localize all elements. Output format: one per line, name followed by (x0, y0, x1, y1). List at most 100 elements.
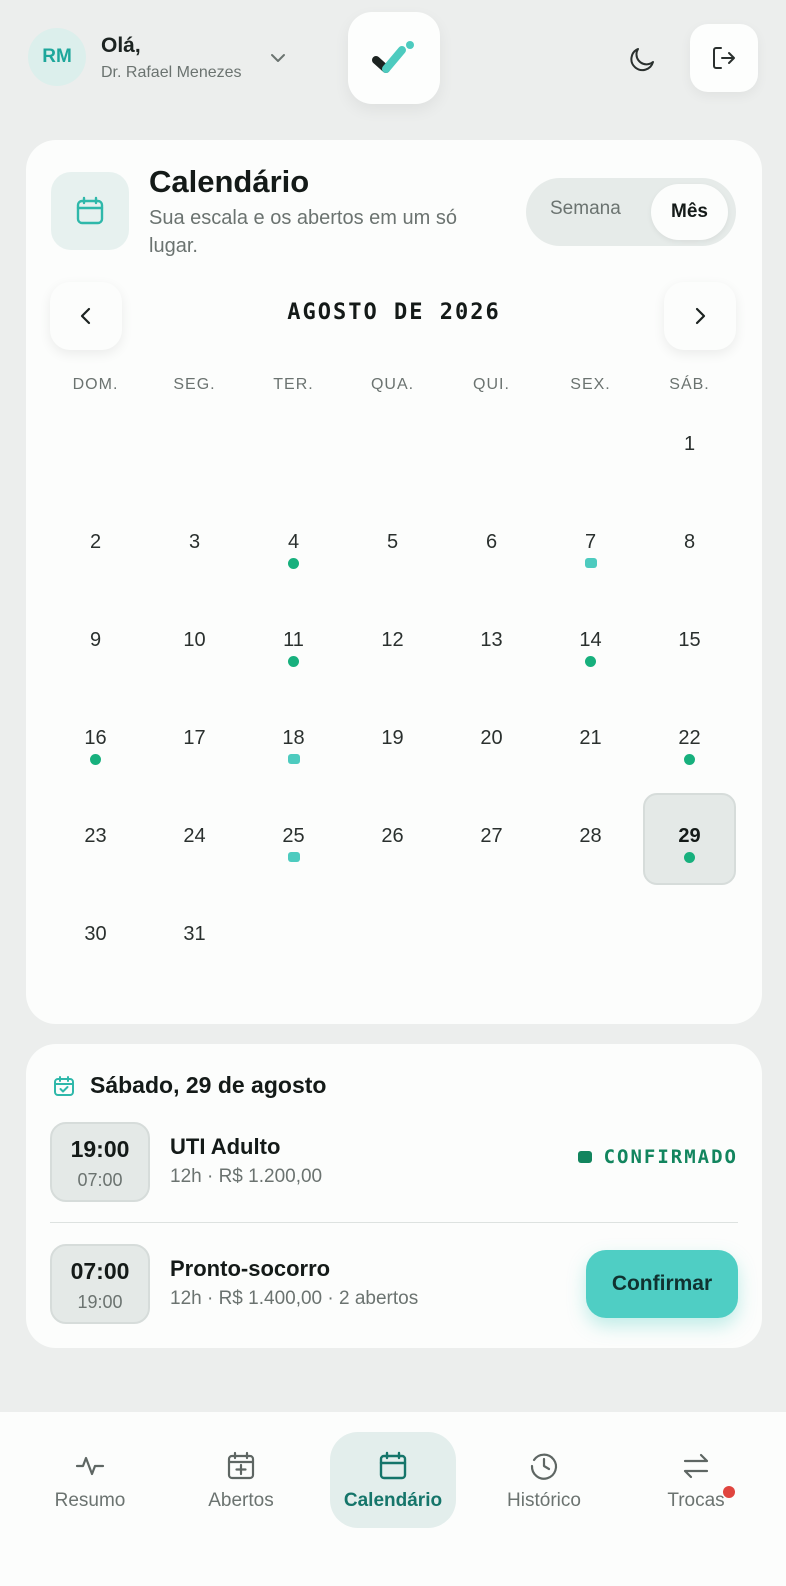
day-number: 21 (579, 727, 602, 749)
day-cell[interactable]: 9 (46, 592, 145, 690)
day-number: 5 (386, 531, 399, 553)
day-cell[interactable]: 20 (442, 690, 541, 788)
weekday-label: QUI. (473, 376, 510, 393)
next-month-button[interactable] (664, 282, 736, 350)
swap-icon (683, 1453, 709, 1479)
day-number: 31 (183, 923, 206, 945)
day-cell[interactable]: 22 (640, 690, 739, 788)
day-number: 1 (683, 433, 696, 455)
day-cell[interactable]: 28 (541, 788, 640, 886)
view-week-option[interactable]: Semana (550, 198, 621, 220)
day-number: 22 (678, 727, 701, 749)
day-cell[interactable]: 27 (442, 788, 541, 886)
shift-end-time: 07:00 (77, 1170, 123, 1190)
day-cell[interactable]: 7 (541, 494, 640, 592)
day-cell[interactable]: 30 (46, 886, 145, 984)
empty-cell (145, 396, 244, 494)
day-number: 16 (84, 727, 107, 749)
shift-meta: 12h · R$ 1.200,00 (170, 1166, 323, 1187)
day-cell[interactable]: 23 (46, 788, 145, 886)
chevron-right-icon (695, 307, 706, 325)
day-cell-selected[interactable]: 29 (640, 788, 739, 886)
day-cell[interactable]: 3 (145, 494, 244, 592)
day-cell[interactable]: 24 (145, 788, 244, 886)
day-number: 26 (381, 825, 404, 847)
day-number: 10 (183, 629, 206, 651)
tab-label: Histórico (507, 1490, 581, 1511)
tab-historico[interactable]: Histórico (481, 1432, 607, 1528)
day-cell[interactable]: 21 (541, 690, 640, 788)
logout-button[interactable] (690, 24, 758, 92)
history-icon (530, 1453, 558, 1480)
shift-start-time: 19:00 (70, 1136, 130, 1162)
day-cell[interactable]: 16 (46, 690, 145, 788)
tab-label: Trocas (667, 1490, 725, 1511)
day-cell[interactable]: 25 (244, 788, 343, 886)
day-cell[interactable]: 4 (244, 494, 343, 592)
day-number: 14 (579, 629, 602, 651)
weekday-header: DOM. SEG. TER. QUA. QUI. SEX. SÁB. (46, 376, 739, 394)
calendar-icon (76, 196, 104, 225)
day-number: 17 (183, 727, 206, 749)
shift-dot-confirmed (288, 656, 299, 667)
day-cell[interactable]: 8 (640, 494, 739, 592)
app-header: RM Olá, Dr. Rafael Menezes (0, 0, 786, 114)
day-number: 3 (188, 531, 201, 553)
tab-label: Abertos (208, 1490, 274, 1511)
bottom-nav: Resumo Abertos Calendário Histórico Troc… (0, 1412, 786, 1586)
day-cell[interactable]: 6 (442, 494, 541, 592)
day-cell[interactable]: 13 (442, 592, 541, 690)
day-cell[interactable]: 12 (343, 592, 442, 690)
calendar-badge (51, 172, 129, 250)
day-number: 27 (480, 825, 503, 847)
tab-abertos[interactable]: Abertos (178, 1432, 304, 1528)
day-number: 30 (84, 923, 107, 945)
shift-dot-confirmed (684, 754, 695, 765)
day-cell[interactable]: 18 (244, 690, 343, 788)
shift-item[interactable]: 19:00 07:00 UTI Adulto 12h · R$ 1.200,00… (50, 1122, 738, 1202)
day-cell[interactable]: 2 (46, 494, 145, 592)
empty-cell (46, 396, 145, 494)
weekday-label: QUA. (370, 376, 415, 393)
day-number: 7 (584, 531, 597, 553)
day-cell[interactable]: 31 (145, 886, 244, 984)
weekday-label: SÁB. (669, 376, 710, 393)
tab-resumo[interactable]: Resumo (27, 1432, 153, 1528)
day-number: 8 (683, 531, 696, 553)
day-number: 20 (480, 727, 503, 749)
shift-time-box: 07:00 19:00 (50, 1244, 150, 1324)
moon-icon[interactable] (628, 44, 658, 74)
day-cell[interactable]: 1 (640, 396, 739, 494)
shift-dot-confirmed (684, 852, 695, 863)
view-month-option[interactable]: Mês (651, 184, 728, 240)
greeting: Olá, (101, 34, 141, 57)
day-cell[interactable]: 5 (343, 494, 442, 592)
chevron-down-icon[interactable] (268, 48, 288, 68)
empty-cell (343, 396, 442, 494)
shift-item[interactable]: 07:00 19:00 Pronto-socorro 12h · R$ 1.40… (50, 1244, 738, 1324)
weekday-label: DOM. (72, 376, 119, 393)
shift-dot-confirmed (90, 754, 101, 765)
status-indicator (577, 1151, 592, 1163)
user-name[interactable]: Dr. Rafael Menezes (101, 64, 242, 82)
status-badge: CONFIRMADO (577, 1146, 738, 1168)
calendar-grid: 1 2 3 4 5 6 7 8 9 10 11 12 13 14 15 16 1… (46, 396, 739, 984)
day-cell[interactable]: 19 (343, 690, 442, 788)
confirm-button[interactable]: Confirmar (586, 1250, 738, 1318)
day-cell[interactable]: 26 (343, 788, 442, 886)
day-cell[interactable]: 15 (640, 592, 739, 690)
avatar[interactable]: RM (28, 28, 86, 86)
day-cell[interactable]: 14 (541, 592, 640, 690)
tab-trocas[interactable]: Trocas (633, 1432, 759, 1528)
status-label: CONFIRMADO (603, 1146, 738, 1168)
day-cell[interactable]: 17 (145, 690, 244, 788)
tab-calendario[interactable]: Calendário (330, 1432, 456, 1528)
calendar-check-icon (54, 1075, 74, 1096)
day-number: 23 (84, 825, 107, 847)
day-cell[interactable]: 11 (244, 592, 343, 690)
activity-icon (75, 1456, 105, 1476)
day-detail-title: Sábado, 29 de agosto (90, 1072, 327, 1098)
day-cell[interactable]: 10 (145, 592, 244, 690)
shift-meta: 12h · R$ 1.400,00 · 2 abertos (170, 1288, 419, 1309)
divider (50, 1222, 738, 1223)
